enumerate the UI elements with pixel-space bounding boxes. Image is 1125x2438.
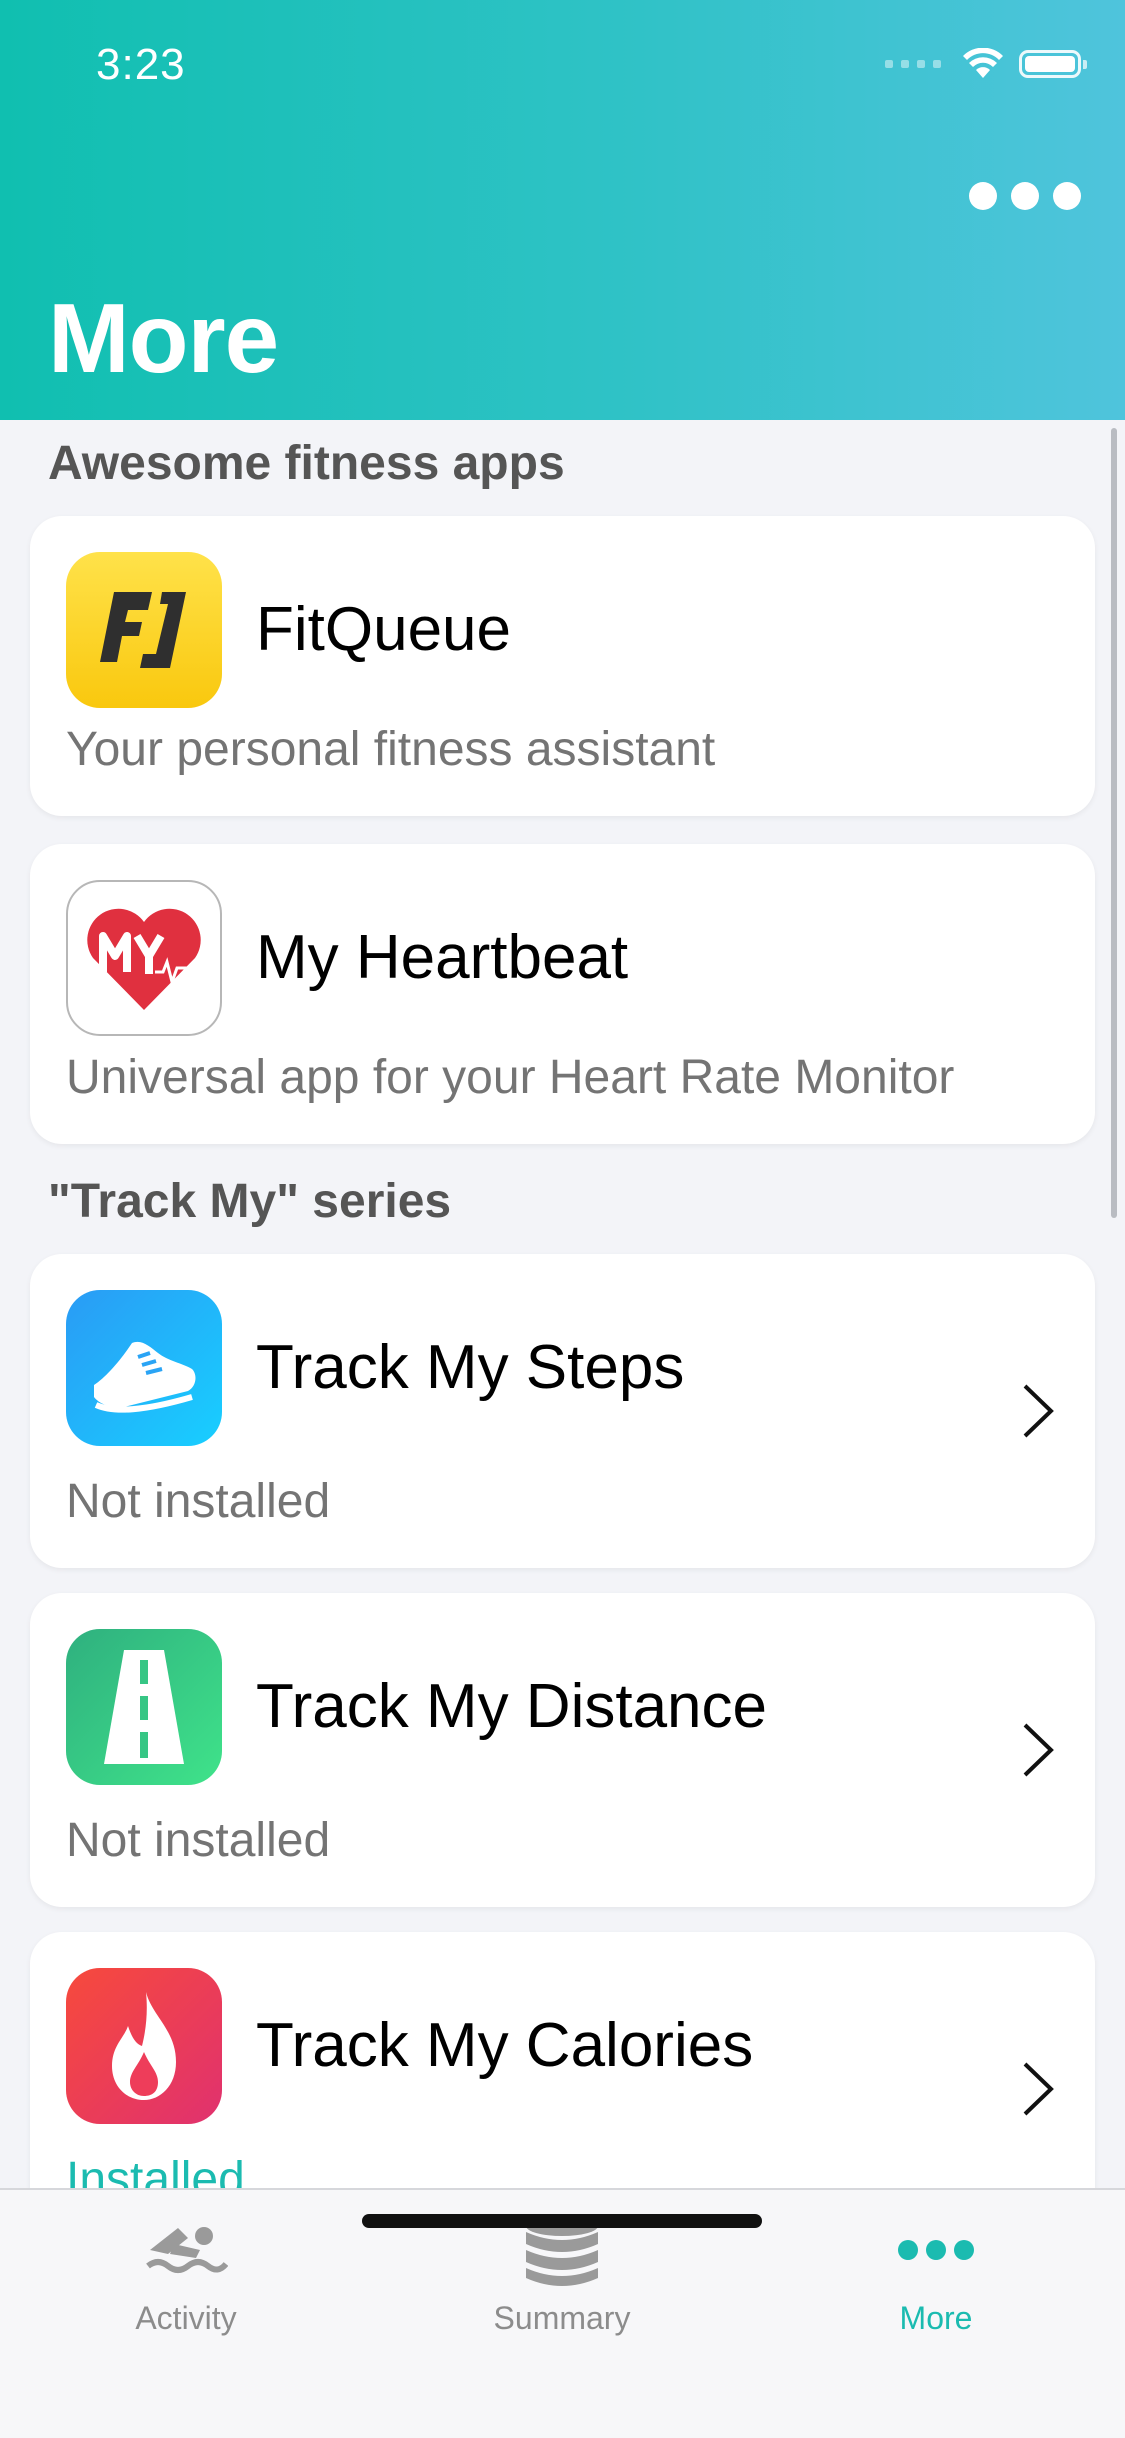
home-indicator[interactable] <box>362 2214 762 2228</box>
status-icons <box>885 48 1087 80</box>
app-status: Not installed <box>66 1814 331 1867</box>
scrollbar[interactable] <box>1111 428 1117 1218</box>
chevron-right-icon <box>1023 2062 1054 2116</box>
road-app-icon <box>66 1629 222 1785</box>
wifi-icon <box>963 48 1003 78</box>
app-subtitle: Universal app for your Heart Rate Monito… <box>66 1051 955 1104</box>
battery-icon <box>1019 50 1087 78</box>
app-name: Track My Distance <box>256 1672 768 1741</box>
section-header-track-my: "Track My" series <box>48 1175 452 1228</box>
swimmer-icon <box>146 2227 228 2273</box>
app-card-track-my-steps[interactable]: Track My Steps Not installed <box>30 1254 1095 1568</box>
heart-app-icon <box>66 880 222 1036</box>
sneaker-app-icon <box>66 1290 222 1446</box>
app-card-fitqueue[interactable]: FitQueue Your personal fitness assistant <box>30 516 1095 816</box>
tab-more[interactable]: More <box>786 2190 1086 2390</box>
tab-label: Activity <box>135 2300 237 2336</box>
app-name: My Heartbeat <box>256 923 629 992</box>
app-name: Track My Steps <box>256 1333 685 1402</box>
more-dots-icon <box>898 2240 974 2260</box>
page-title: More <box>48 283 279 393</box>
app-card-my-heartbeat[interactable]: My Heartbeat Universal app for your Hear… <box>30 844 1095 1144</box>
tab-activity[interactable]: Activity <box>36 2190 336 2390</box>
app-subtitle: Your personal fitness assistant <box>66 723 716 776</box>
section-header-fitness: Awesome fitness apps <box>48 437 565 490</box>
more-options-icon[interactable] <box>969 182 1081 210</box>
chevron-right-icon <box>1023 1384 1054 1438</box>
tab-label: More <box>899 2300 973 2336</box>
app-status: Installed <box>66 2153 245 2188</box>
header-bar: 3:23 More <box>0 0 1125 420</box>
chevron-right-icon <box>1023 1723 1054 1777</box>
content-list[interactable]: Awesome fitness apps FitQueue Your perso… <box>0 420 1125 2188</box>
app-name: FitQueue <box>256 595 512 664</box>
tab-label: Summary <box>493 2300 631 2336</box>
flame-app-icon <box>66 1968 222 2124</box>
app-name: Track My Calories <box>256 2011 754 2080</box>
app-status: Not installed <box>66 1475 331 1528</box>
cellular-signal-icon <box>885 60 941 68</box>
app-card-track-my-distance[interactable]: Track My Distance Not installed <box>30 1593 1095 1907</box>
fitqueue-app-icon <box>66 552 222 708</box>
status-time: 3:23 <box>96 40 186 89</box>
app-card-track-my-calories[interactable]: Track My Calories Installed <box>30 1932 1095 2188</box>
